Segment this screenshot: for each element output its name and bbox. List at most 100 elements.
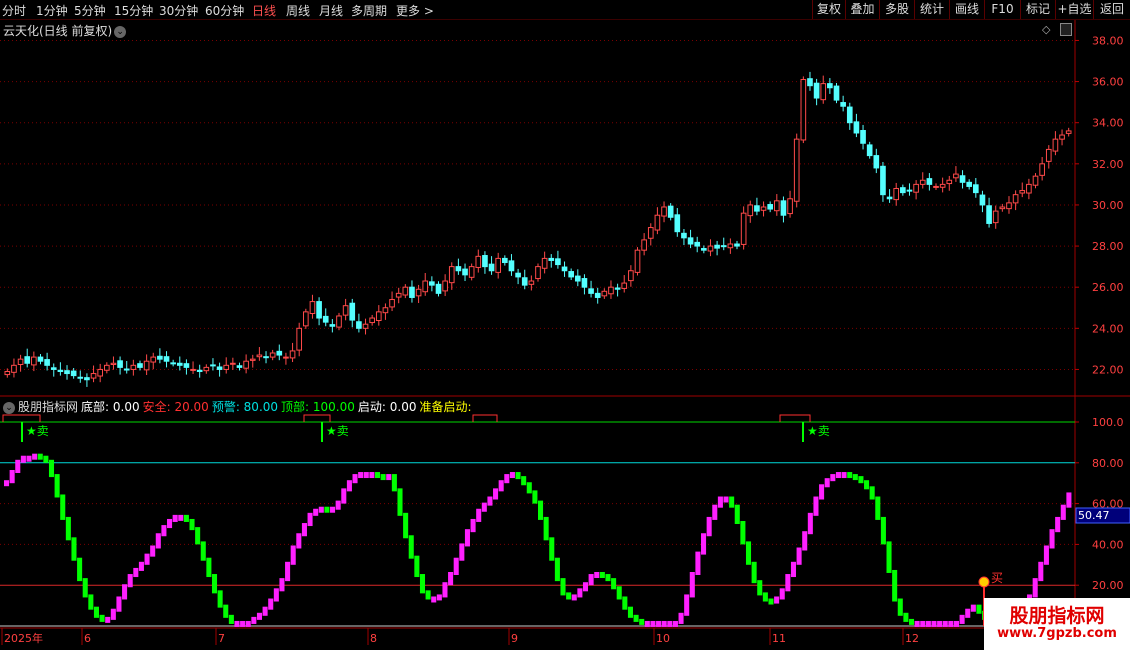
oscillator-bar — [650, 620, 656, 627]
oscillator-bar — [183, 514, 189, 522]
oscillator-bar — [526, 482, 532, 494]
oscillator-bar — [363, 472, 369, 479]
candle-body — [1065, 130, 1072, 134]
oscillator-bar — [54, 474, 60, 498]
oscillator-bar — [599, 572, 605, 578]
candle-body — [893, 187, 900, 201]
candle-body — [807, 78, 813, 87]
sell-signal-label: ★卖 — [326, 424, 349, 438]
oscillator-bar — [268, 598, 274, 610]
oscillator-bar — [852, 474, 858, 481]
oscillator-bar — [127, 574, 133, 588]
top-warning-bracket — [303, 414, 331, 422]
date-label: 11 — [772, 632, 786, 645]
oscillator-bar — [813, 496, 819, 516]
candle-body — [780, 200, 787, 216]
oscillator-bar — [93, 606, 99, 618]
oscillator-bar — [785, 574, 791, 592]
candle-body — [634, 249, 641, 273]
main-chart-title: 云天化(日线 前复权) ⌄ — [3, 22, 127, 39]
oscillator-bar — [487, 496, 493, 506]
candle-body — [1045, 148, 1052, 162]
candle-body — [137, 363, 143, 368]
oscillator-bar — [71, 537, 77, 561]
scroll-handle[interactable] — [1060, 23, 1072, 36]
sell-signal-label: ★卖 — [807, 424, 830, 438]
indicator-name: 股朋指标网 — [18, 400, 79, 414]
oscillator-bar — [161, 525, 167, 537]
oscillator-bar — [594, 572, 600, 578]
candle-body — [734, 243, 740, 247]
price-tick-label: 36.00 — [1092, 76, 1124, 89]
oscillator-bar — [195, 527, 201, 545]
candle-body — [210, 364, 216, 367]
oscillator-bar — [689, 572, 695, 598]
oscillator-bar — [549, 537, 555, 561]
candle-body — [1032, 175, 1039, 186]
candle-body — [170, 362, 176, 365]
candle-body — [249, 358, 256, 361]
oscillator-bar — [26, 455, 32, 462]
oscillator-bar — [172, 514, 178, 522]
oscillator-bar — [346, 480, 352, 492]
price-tick-label: 26.00 — [1092, 281, 1124, 294]
candle-body — [1059, 134, 1065, 140]
oscillator-bar — [695, 551, 701, 575]
current-value-label: 50.47 — [1078, 509, 1110, 522]
oscillator-bar — [391, 474, 397, 492]
stock-name-title: 云天化(日线 前复权) — [3, 24, 113, 38]
candle-body — [641, 239, 647, 251]
candle-body — [269, 352, 276, 358]
oscillator-bar — [403, 512, 409, 539]
candle-body — [409, 286, 415, 298]
candle-body — [84, 377, 90, 381]
oscillator-bar — [560, 578, 566, 596]
oscillator-bar — [1049, 529, 1055, 549]
candle-body — [369, 317, 375, 324]
candle-body — [933, 185, 939, 188]
oscillator-bar — [167, 518, 173, 529]
candle-body — [1012, 194, 1019, 204]
candle-body — [382, 307, 389, 314]
oscillator-bar — [1032, 578, 1038, 598]
oscillator-bar — [864, 480, 870, 490]
candle-body — [521, 277, 528, 286]
top-warning-bracket — [779, 414, 811, 422]
oscillator-bar — [914, 620, 920, 627]
oscillator-bar — [223, 604, 229, 618]
candle-body — [667, 205, 674, 218]
oscillator-bar — [605, 574, 611, 582]
oscillator-bar — [622, 596, 628, 610]
candle-body — [701, 248, 707, 251]
candle-body — [707, 245, 714, 252]
chevron-down-icon[interactable]: ⌄ — [3, 402, 15, 414]
candle-body — [482, 255, 488, 268]
oscillator-bar — [459, 543, 465, 561]
oscillator-bar — [543, 516, 549, 541]
top-warning-bracket — [2, 414, 41, 422]
oscillator-bar — [532, 490, 538, 504]
oscillator-bar — [790, 561, 797, 578]
candle-body — [70, 370, 77, 377]
oscillator-bar — [588, 574, 594, 586]
candle-body — [4, 370, 11, 376]
oscillator-bar — [369, 472, 375, 479]
candle-body — [475, 255, 482, 268]
candle-body — [972, 184, 979, 194]
oscillator-bar — [931, 620, 937, 627]
oscillator-bar — [234, 620, 240, 627]
oscillator-bar — [262, 606, 268, 616]
candle-body — [502, 257, 508, 264]
candle-body — [574, 275, 581, 282]
oscillator-bar — [937, 620, 943, 627]
sell-signal-label: ★卖 — [26, 424, 49, 438]
oscillator-bar — [251, 616, 257, 624]
diamond-icon[interactable]: ◇ — [1042, 23, 1050, 36]
candle-body — [150, 356, 157, 363]
oscillator-bar — [4, 480, 10, 487]
top-warning-bracket — [472, 414, 498, 422]
price-tick-label: 32.00 — [1092, 158, 1124, 171]
chevron-down-icon[interactable]: ⌄ — [114, 26, 127, 38]
candle-body — [24, 356, 31, 364]
indicator-param-5: 准备启动: — [419, 400, 472, 414]
